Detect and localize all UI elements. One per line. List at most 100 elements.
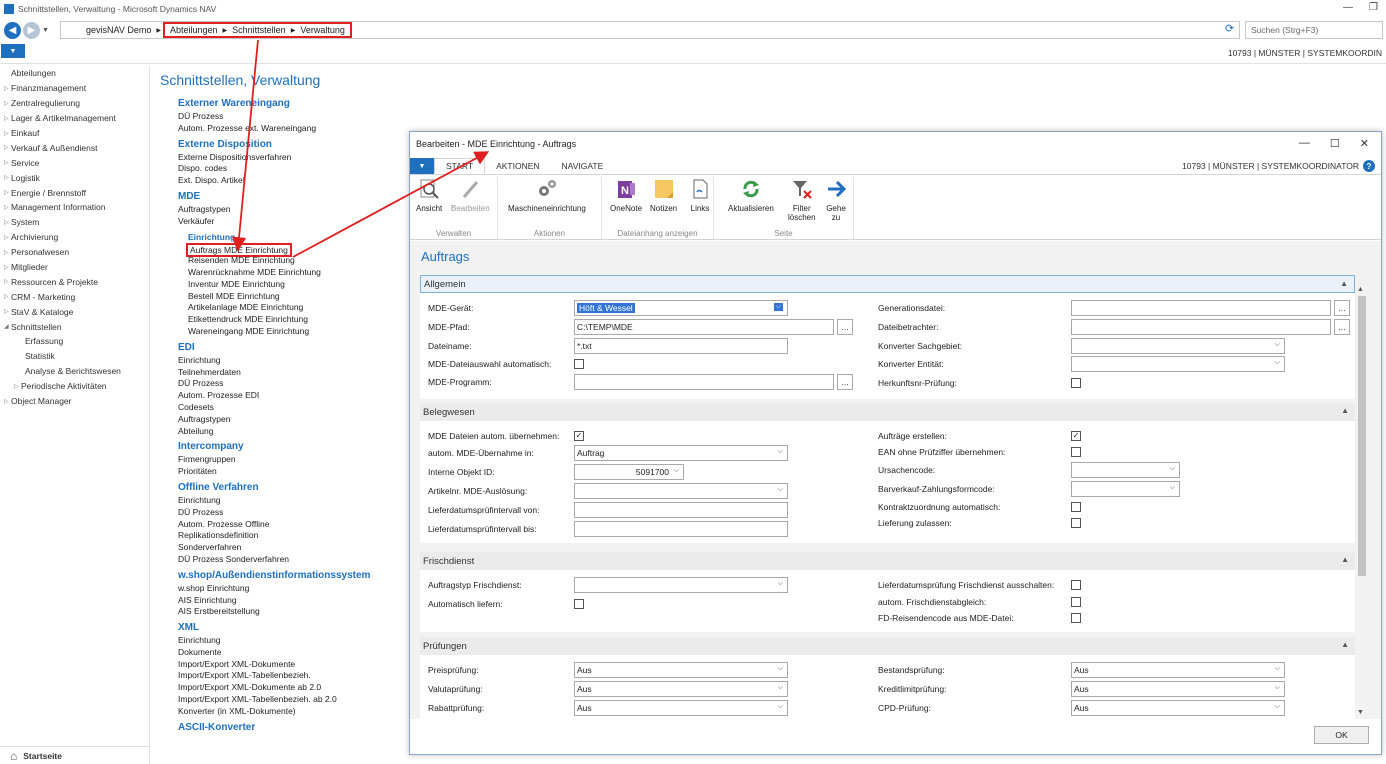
section-link[interactable]: Teilnehmerdaten: [160, 367, 410, 379]
fasttab-header-allgemein[interactable]: Allgemein ▲: [420, 275, 1355, 293]
expand-icon[interactable]: ▷: [0, 115, 11, 122]
tab-navigate[interactable]: NAVIGATE: [551, 158, 615, 174]
sidebar-item[interactable]: ▷ Logistik: [0, 170, 149, 185]
sidebar-item[interactable]: Abteilungen: [0, 66, 149, 81]
uebernahme-in-select[interactable]: Auftrag ⌵: [574, 445, 788, 461]
section-link[interactable]: Konverter (in XML-Dokumente): [160, 706, 410, 718]
maschineneinrichtung-button[interactable]: Maschineneinrichtung: [508, 177, 586, 213]
expand-icon[interactable]: ▷: [0, 398, 11, 405]
dateibetrachter-assist-button[interactable]: …: [1334, 319, 1350, 335]
scroll-up-icon[interactable]: ▲: [1357, 286, 1364, 293]
section-link[interactable]: Autom. Prozesse Offline: [160, 519, 410, 531]
lieferdatumspruefung-checkbox[interactable]: [1071, 580, 1081, 590]
sidebar-item[interactable]: ▷ Service: [0, 155, 149, 170]
expand-icon[interactable]: ▷: [0, 144, 11, 151]
sidebar-item[interactable]: ▷ Archivierung: [0, 230, 149, 245]
sidebar-item[interactable]: ▷ Zentralregulierung: [0, 96, 149, 111]
section-link[interactable]: Bestell MDE Einrichtung: [160, 291, 410, 303]
generationsdatei-assist-button[interactable]: …: [1334, 300, 1350, 316]
mde-programm-input[interactable]: [574, 374, 834, 390]
breadcrumb[interactable]: gevisNAV Demo ▶ Abteilungen ▶ Schnittste…: [60, 21, 1240, 39]
section-link[interactable]: Import/Export XML-Dokumente ab 2.0: [160, 682, 410, 694]
konverter-sachgebiet-select[interactable]: ⌵: [1071, 338, 1285, 354]
sidebar-item[interactable]: ▷ Lager & Artikelmanagement: [0, 111, 149, 126]
automatisch-liefern-checkbox[interactable]: [574, 599, 584, 609]
section-link[interactable]: Ext. Dispo. Artikel: [160, 175, 410, 187]
expand-icon[interactable]: ▷: [0, 100, 11, 107]
help-icon[interactable]: ?: [1363, 160, 1375, 172]
tab-aktionen[interactable]: AKTIONEN: [485, 158, 550, 174]
fasttab-header-frischdienst[interactable]: Frischdienst ▲: [420, 552, 1355, 570]
sidebar-item[interactable]: ◢ Schnittstellen: [0, 319, 149, 334]
dialog-close-button[interactable]: ✕: [1360, 137, 1369, 150]
breadcrumb-company[interactable]: gevisNAV Demo: [83, 25, 154, 35]
expand-icon[interactable]: ▷: [0, 219, 11, 226]
section-link[interactable]: Artikelanlage MDE Einrichtung: [160, 302, 410, 314]
fd-reisendencode-checkbox[interactable]: [1071, 613, 1081, 623]
expand-icon[interactable]: ▷: [0, 278, 11, 285]
section-link[interactable]: Warenrücknahme MDE Einrichtung: [160, 267, 410, 279]
filter-loeschen-button[interactable]: Filter löschen: [788, 177, 816, 222]
dateiauswahl-checkbox[interactable]: [574, 359, 584, 369]
sidebar-item[interactable]: ▷ StaV & Kataloge: [0, 304, 149, 319]
valutapruefung-select[interactable]: Aus ⌵: [574, 681, 788, 697]
section-link[interactable]: Import/Export XML-Dokumente: [160, 659, 410, 671]
sidebar-item[interactable]: ▷ Object Manager: [0, 394, 149, 409]
section-link[interactable]: Auftragstypen: [160, 414, 410, 426]
section-link[interactable]: Auftragstypen: [160, 204, 410, 216]
cpd-pruefung-select[interactable]: Aus ⌵: [1071, 700, 1285, 716]
section-link[interactable]: Einrichtung: [160, 635, 410, 647]
section-link[interactable]: Replikationsdefinition: [160, 530, 410, 542]
expand-icon[interactable]: ▷: [0, 249, 11, 256]
ansicht-button[interactable]: Ansicht: [416, 177, 442, 213]
bearbeiten-button[interactable]: Bearbeiten: [451, 177, 490, 213]
breadcrumb-schnittstellen[interactable]: Schnittstellen: [229, 25, 289, 35]
objekt-id-select[interactable]: 5091700 ⌵: [574, 464, 684, 480]
sidebar-item[interactable]: ▷ System: [0, 215, 149, 230]
application-menu-button[interactable]: ▼: [1, 44, 25, 58]
section-link[interactable]: Import/Export XML-Tabellenbezieh.: [160, 670, 410, 682]
back-icon[interactable]: ◀: [4, 22, 21, 39]
auftraege-erstellen-checkbox[interactable]: ✓: [1071, 431, 1081, 441]
fasttab-header-belegwesen[interactable]: Belegwesen ▲: [420, 403, 1355, 421]
expand-icon[interactable]: ▷: [0, 174, 11, 181]
dialog-scrollbar[interactable]: ▲ ▼: [1357, 286, 1367, 716]
section-link[interactable]: Etikettendruck MDE Einrichtung: [160, 314, 410, 326]
gehe-zu-button[interactable]: Gehe zu: [824, 177, 848, 222]
section-link[interactable]: Autom. Prozesse ext. Wareneingang: [160, 123, 410, 135]
konverter-entitaet-select[interactable]: ⌵: [1071, 356, 1285, 372]
search-input[interactable]: Suchen (Strg+F3): [1245, 21, 1383, 39]
kontraktzuordnung-checkbox[interactable]: [1071, 502, 1081, 512]
section-link[interactable]: Wareneingang MDE Einrichtung: [160, 326, 410, 338]
section-link[interactable]: Firmengruppen: [160, 454, 410, 466]
scroll-down-icon[interactable]: ▼: [1357, 709, 1364, 716]
subgroup-heading[interactable]: Einrichtung: [160, 232, 410, 244]
expand-icon[interactable]: ▷: [0, 85, 11, 92]
minimize-button[interactable]: —: [1343, 2, 1353, 13]
ok-button[interactable]: OK: [1314, 726, 1369, 744]
artikelnr-select[interactable]: ⌵: [574, 483, 788, 499]
section-link[interactable]: Verkäufer: [160, 216, 410, 228]
section-link[interactable]: Import/Export XML-Tabellenbezieh. ab 2.0: [160, 694, 410, 706]
rabattpruefung-select[interactable]: Aus ⌵: [574, 700, 788, 716]
section-link[interactable]: DÜ Prozess: [160, 111, 410, 123]
expand-icon[interactable]: ▷: [0, 234, 11, 241]
auftrags-mde-link-row[interactable]: Auftrags MDE Einrichtung: [160, 243, 410, 258]
expanded-icon[interactable]: ◢: [0, 323, 11, 330]
dialog-minimize-button[interactable]: —: [1299, 137, 1310, 150]
ean-checkbox[interactable]: [1071, 447, 1081, 457]
sidebar-item[interactable]: ▷ Mitglieder: [0, 260, 149, 275]
section-link[interactable]: Abteilung: [160, 426, 410, 438]
expand-icon[interactable]: ▷: [0, 308, 11, 315]
sidebar-item[interactable]: ▷ Ressourcen & Projekte: [0, 274, 149, 289]
section-link[interactable]: Einrichtung: [160, 355, 410, 367]
expand-icon[interactable]: ▷: [0, 204, 11, 211]
section-link[interactable]: w.shop Einrichtung: [160, 583, 410, 595]
tab-start[interactable]: START: [434, 158, 486, 174]
bestandspruefung-select[interactable]: Aus ⌵: [1071, 662, 1285, 678]
history-dropdown-icon[interactable]: ▼: [42, 27, 49, 34]
scrollbar-thumb[interactable]: [1358, 296, 1366, 576]
collapse-icon[interactable]: ▲: [1340, 279, 1348, 288]
collapse-icon[interactable]: ▲: [1341, 406, 1349, 415]
sidebar-item[interactable]: Statistik: [0, 349, 149, 364]
